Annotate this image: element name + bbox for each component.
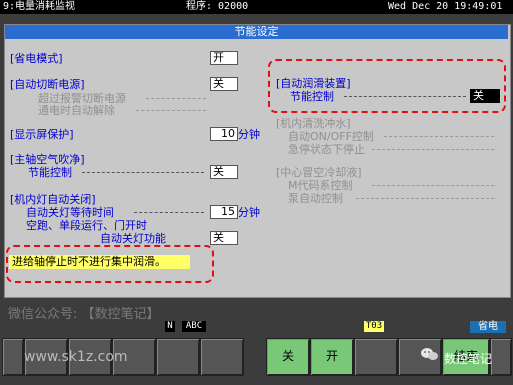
auto-lube-value[interactable]: 关 — [470, 89, 500, 103]
program-number: 程序: 02000 — [186, 1, 249, 12]
dash-leader — [82, 172, 204, 173]
wechat-logo-icon — [420, 346, 440, 362]
softkey-off[interactable]: 关 — [266, 338, 310, 376]
light-auto-off-function-value[interactable]: 关 — [210, 231, 238, 245]
spindle-air-label: [主轴空气吹净] — [10, 153, 85, 166]
spindle-air-value[interactable]: 关 — [210, 165, 238, 179]
wechat-watermark: 微信公众号: 【数控笔记】 — [8, 307, 160, 322]
dash-leader — [134, 212, 204, 213]
datetime: Wed Dec 20 19:49:01 — [388, 1, 503, 12]
light-wait-time-unit: 分钟 — [238, 206, 260, 219]
coolant-wash-label: [机内清洗冲水] — [276, 117, 351, 130]
coolant-auto-onoff-label: 自动ON/OFF控制 — [288, 130, 374, 143]
center-coolant-pump-label: 泵自动控制 — [288, 192, 343, 205]
center-coolant-label: [中心冒空冷却液] — [276, 166, 362, 179]
light-wait-time-label: 自动关灯等待时间 — [26, 206, 114, 219]
screen-protect-label: [显示屏保护] — [10, 128, 74, 141]
light-wait-time-value[interactable]: 15 — [210, 205, 238, 219]
auto-power-off-label: [自动切断电源] — [10, 78, 85, 91]
mode-indicator: N — [165, 321, 175, 332]
dash-leader — [372, 185, 494, 186]
dash-leader — [384, 136, 494, 137]
panel-title: 节能设定 — [5, 25, 508, 39]
brand-watermark: 数控笔记 — [444, 352, 493, 366]
softkey-6[interactable] — [354, 338, 398, 376]
tool-indicator: T03 — [364, 321, 384, 332]
spindle-air-energy-label: 节能控制 — [28, 166, 72, 179]
dry-run-door-open-label: 空跑、单段运行、门开时 — [26, 219, 147, 232]
dash-leader — [344, 96, 466, 97]
dash-leader — [372, 149, 494, 150]
top-status-bar: 9:电量消耗监视 程序: 02000 Wed Dec 20 19:49:01 — [0, 0, 513, 14]
light-auto-off-function-label: 自动关灯功能 — [100, 232, 166, 245]
softkey-5[interactable] — [200, 338, 244, 376]
site-watermark: www.sk1z.com — [24, 349, 128, 365]
screen-protect-value[interactable]: 10 — [210, 127, 238, 141]
softkey-4[interactable] — [156, 338, 200, 376]
auto-lube-label: [自动润滑装置] — [276, 77, 351, 90]
dash-leader — [146, 98, 206, 99]
center-coolant-mcode-label: M代码系控制 — [288, 179, 353, 192]
coolant-estop-label: 急停状态下停止 — [288, 143, 365, 156]
auto-lube-energy-label: 节能控制 — [290, 90, 334, 103]
auto-power-off-value[interactable]: 关 — [210, 77, 238, 91]
message-line: 进给轴停止时不进行集中润滑。 — [9, 255, 190, 269]
power-save-indicator: 省电 — [470, 321, 506, 333]
screen-protect-unit: 分钟 — [238, 128, 260, 141]
softkey-next[interactable] — [490, 338, 512, 376]
softkey-return[interactable] — [2, 338, 24, 376]
softkey-on[interactable]: 开 — [310, 338, 354, 376]
auto-release-label: 通电时自动解除 — [38, 104, 115, 117]
screen-title: 9:电量消耗监视 — [3, 1, 76, 12]
power-save-mode-label: [省电模式] — [10, 52, 63, 65]
dash-leader — [356, 198, 494, 199]
power-save-mode-value[interactable]: 开 — [210, 51, 238, 65]
dash-leader — [136, 110, 206, 111]
light-auto-off-label: [机内灯自动关闭] — [10, 193, 96, 206]
abc-indicator: ABC — [182, 321, 206, 332]
